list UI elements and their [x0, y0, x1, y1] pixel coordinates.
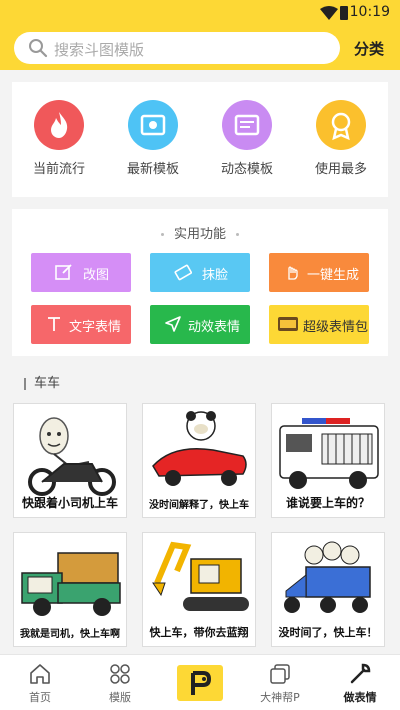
tap-icon — [288, 266, 298, 280]
meme-caption: 谁说要上车的？ — [285, 496, 370, 510]
tool-label: 抹脸 — [202, 268, 229, 283]
eraser-icon — [174, 264, 192, 281]
center-p-button[interactable] — [177, 665, 223, 701]
bottom-tab-bar: 首页 模版 大神帮P 做表情 — [0, 654, 400, 710]
section-title: 车车 — [24, 372, 60, 391]
meme-caption: 没时间了，快上车！ — [278, 626, 378, 639]
p-logo-icon — [191, 671, 211, 695]
tab-make-emoji[interactable]: 做表情 — [320, 655, 400, 710]
category-animated[interactable]: 动态模板 — [207, 100, 287, 177]
gif-card-icon — [222, 100, 272, 150]
tool-label: 文字表情 — [69, 320, 122, 335]
tab-home[interactable]: 首页 — [0, 655, 80, 710]
tool-label: 超级表情包 — [303, 320, 369, 335]
status-time: 10:19 — [349, 4, 390, 20]
category-trending[interactable]: 当前流行 — [19, 100, 99, 177]
search-bar[interactable]: 搜索斗图模版 — [14, 32, 340, 64]
text-icon — [48, 317, 60, 331]
category-label: 使用最多 — [314, 162, 367, 177]
status-bar: 10:19 — [0, 0, 400, 26]
meme-caption: 快跟着小司机上车 — [21, 496, 118, 510]
edit-icon — [55, 264, 72, 280]
tab-templates[interactable]: 模版 — [80, 655, 160, 710]
meme-card[interactable]: 谁说要上车的？ — [271, 403, 385, 518]
meme-caption: 没时间解释了，快上车 — [149, 500, 249, 511]
category-newest[interactable]: 最新模板 — [113, 100, 193, 177]
photo-icon — [128, 100, 178, 150]
face-erase-button[interactable]: 抹脸 — [150, 253, 250, 292]
tool-label: 一键生成 — [307, 268, 360, 283]
meme-card[interactable]: 快跟着小司机上车 — [13, 403, 127, 518]
category-button[interactable]: 分类 — [354, 38, 384, 59]
category-label: 当前流行 — [32, 162, 85, 177]
tab-label: 模版 — [109, 691, 131, 704]
award-icon — [316, 100, 366, 150]
search-icon — [29, 39, 48, 58]
tab-expert-help[interactable]: 大神帮P — [240, 655, 320, 710]
search-placeholder: 搜索斗图模版 — [54, 41, 145, 59]
layers-icon — [270, 664, 290, 684]
edit-image-button[interactable]: 改图 — [31, 253, 131, 292]
category-card: 当前流行 最新模板 动态模板 使用最多 — [12, 82, 388, 197]
animated-emoji-button[interactable]: 动效表情 — [150, 305, 250, 344]
battery-icon — [340, 6, 348, 20]
meme-card[interactable]: 没时间解释了，快上车 — [142, 403, 256, 518]
super-sticker-pack-button[interactable]: 超级表情包 — [269, 305, 369, 344]
tools-card: 实用功能 改图 抹脸 一键生成 文字表情 动效表情 超级表情包 — [12, 209, 388, 356]
flame-icon — [34, 100, 84, 150]
tool-label: 动效表情 — [188, 320, 241, 335]
category-most-used[interactable]: 使用最多 — [301, 100, 381, 177]
wifi-icon — [320, 6, 338, 20]
tool-label: 改图 — [83, 268, 110, 283]
meme-card[interactable]: 快上车，带你去蓝翔 — [142, 532, 256, 647]
tab-label: 大神帮P — [260, 691, 300, 704]
one-click-generate-button[interactable]: 一键生成 — [269, 253, 369, 292]
tab-label: 首页 — [29, 691, 51, 704]
tab-label: 做表情 — [343, 691, 377, 704]
category-label: 最新模板 — [126, 162, 179, 177]
category-label: 动态模板 — [220, 162, 273, 177]
meme-card[interactable]: 我就是司机，快上车啊 — [13, 532, 127, 647]
meme-caption: 我就是司机，快上车啊 — [20, 629, 120, 640]
tools-title: 实用功能 — [12, 223, 388, 242]
home-icon — [30, 664, 50, 684]
wrench-icon — [350, 663, 371, 684]
grid-icon — [110, 664, 130, 684]
text-emoji-button[interactable]: 文字表情 — [31, 305, 131, 344]
send-icon — [165, 316, 181, 332]
meme-card[interactable]: 没时间了，快上车！ — [271, 532, 385, 647]
top-header: 搜索斗图模版 分类 — [0, 26, 400, 70]
meme-caption: 快上车，带你去蓝翔 — [149, 626, 249, 639]
sticker-pack-icon — [278, 317, 298, 331]
